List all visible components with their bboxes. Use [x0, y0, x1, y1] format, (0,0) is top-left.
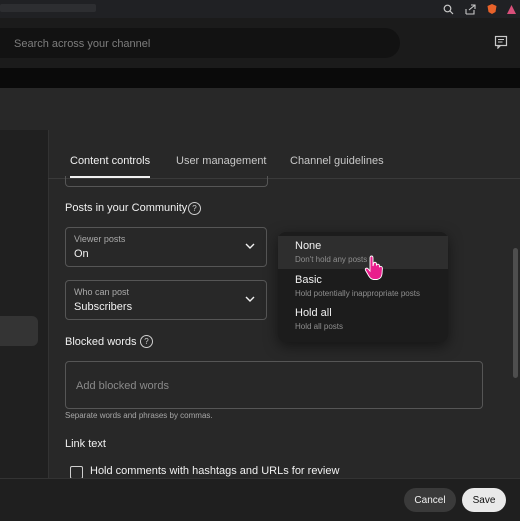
link-text-title: Link text: [65, 438, 106, 450]
moderation-dropdown: None Don't hold any posts Basic Hold pot…: [278, 232, 448, 342]
select-value: On: [74, 248, 89, 260]
option-description: Hold all posts: [295, 322, 344, 331]
dialog-header: [0, 88, 520, 130]
backdrop: [0, 68, 520, 88]
browser-tab[interactable]: [0, 4, 96, 12]
zoom-icon[interactable]: [440, 1, 456, 17]
blocked-words-box: [65, 361, 483, 409]
sidebar-item-community[interactable]: [0, 316, 38, 346]
select-label: Who can post: [74, 287, 130, 297]
select-label: Viewer posts: [74, 234, 126, 244]
blocked-words-input[interactable]: [74, 370, 476, 402]
blocked-words-title: Blocked words: [65, 336, 137, 348]
option-description: Don't hold any posts: [295, 255, 368, 264]
option-label: None: [295, 240, 322, 252]
viewer-posts-select[interactable]: Viewer posts On: [65, 227, 267, 267]
chevron-down-icon: [245, 243, 255, 249]
scrollbar-thumb[interactable]: [513, 248, 518, 378]
help-icon[interactable]: ?: [188, 202, 201, 215]
brave-shield-icon[interactable]: [484, 1, 500, 17]
channel-search: [0, 28, 400, 60]
search-input[interactable]: [12, 28, 386, 60]
option-label: Basic: [295, 274, 322, 286]
browser-toolbar: [0, 0, 520, 18]
tab-content-controls[interactable]: Content controls: [70, 130, 151, 178]
tab-bar: Content controls User management Channel…: [48, 130, 520, 179]
settings-sidebar: [0, 130, 49, 478]
studio-header: [0, 18, 520, 68]
select-value: Subscribers: [74, 301, 133, 313]
option-label: Hold all: [295, 307, 332, 319]
help-icon[interactable]: ?: [140, 335, 153, 348]
who-can-post-select[interactable]: Who can post Subscribers: [65, 280, 267, 320]
save-button[interactable]: Save: [462, 488, 506, 512]
dialog-footer: Cancel Save: [0, 478, 520, 521]
blocked-words-hint: Separate words and phrases by commas.: [65, 411, 213, 420]
hand-cursor-icon: [364, 255, 383, 280]
rewards-triangle-icon[interactable]: [503, 1, 519, 17]
option-description: Hold potentially inappropriate posts: [295, 289, 420, 298]
cancel-button[interactable]: Cancel: [404, 488, 456, 512]
feedback-icon[interactable]: [494, 35, 510, 51]
tab-channel-guidelines[interactable]: Channel guidelines: [290, 130, 384, 178]
posts-section-title: Posts in your Community: [65, 202, 188, 214]
settings-dialog: Content controls User management Channel…: [0, 88, 520, 521]
share-icon[interactable]: [462, 1, 478, 17]
hold-links-label: Hold comments with hashtags and URLs for…: [90, 465, 340, 477]
chevron-down-icon: [245, 296, 255, 302]
previous-field[interactable]: [65, 176, 268, 187]
tab-user-management[interactable]: User management: [176, 130, 267, 178]
option-hold-all[interactable]: Hold all Hold all posts: [278, 303, 448, 336]
